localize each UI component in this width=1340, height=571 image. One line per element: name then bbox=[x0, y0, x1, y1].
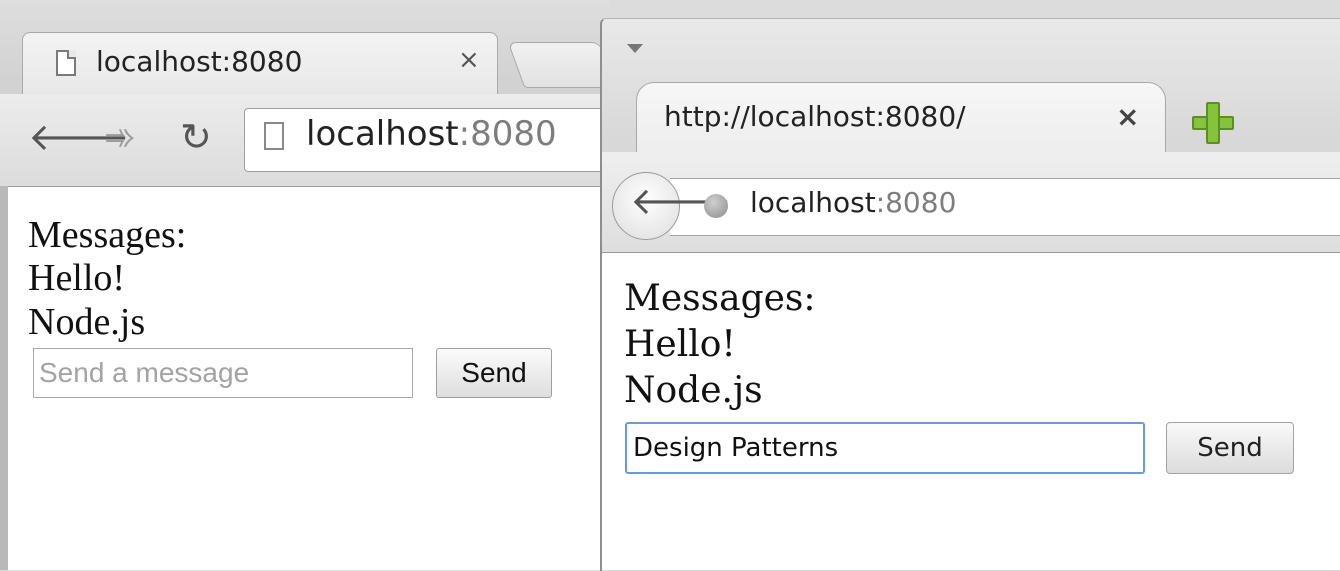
send-button[interactable]: Send bbox=[436, 348, 552, 398]
right-browser-window: http://localhost:8080/ × 🡐 localhost:808… bbox=[600, 18, 1340, 571]
left-browser-window: localhost:8080 × 🡐 ➾ ↻ localhost:8080 Me… bbox=[0, 0, 626, 570]
right-address-text[interactable]: localhost:8080 bbox=[750, 186, 956, 219]
address-port: :8080 bbox=[458, 114, 557, 154]
window-border bbox=[0, 186, 8, 570]
message-item: Node.js bbox=[624, 370, 763, 411]
message-item: Hello! bbox=[28, 257, 126, 299]
send-button[interactable]: Send bbox=[1166, 422, 1294, 474]
plus-bar bbox=[1206, 102, 1220, 144]
message-item: Hello! bbox=[624, 324, 736, 365]
address-port: :8080 bbox=[875, 186, 957, 219]
reload-icon[interactable]: ↻ bbox=[180, 118, 212, 156]
message-item: Node.js bbox=[28, 301, 146, 343]
message-input[interactable] bbox=[33, 348, 413, 398]
right-tab-title: http://localhost:8080/ bbox=[664, 100, 966, 133]
globe-icon bbox=[704, 194, 728, 218]
new-tab-plus-icon[interactable] bbox=[1192, 102, 1234, 144]
messages-heading: Messages: bbox=[624, 278, 816, 319]
right-tab-close-icon[interactable]: × bbox=[1116, 100, 1139, 133]
address-host: localhost bbox=[750, 186, 876, 219]
left-address-text[interactable]: localhost:8080 bbox=[306, 114, 557, 154]
left-tab-title: localhost:8080 bbox=[96, 45, 303, 78]
message-input[interactable] bbox=[625, 422, 1145, 474]
menu-dropdown-icon[interactable] bbox=[627, 44, 643, 53]
messages-heading: Messages: bbox=[28, 214, 187, 256]
page-icon bbox=[56, 50, 76, 76]
address-host: localhost bbox=[306, 114, 459, 154]
page-icon bbox=[264, 122, 284, 150]
left-tab-close-icon[interactable]: × bbox=[458, 45, 480, 75]
forward-arrow-icon[interactable]: ➾ bbox=[104, 118, 136, 156]
